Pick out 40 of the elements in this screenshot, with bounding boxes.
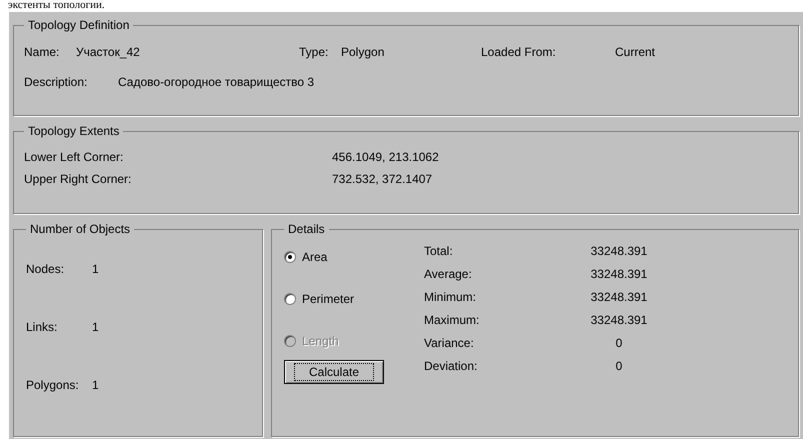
stat-label: Minimum: [424, 289, 478, 306]
radio-button[interactable] [284, 251, 296, 263]
field-value: Участок_42 [76, 44, 141, 61]
field-label: Upper Right Corner: [24, 171, 132, 188]
field-label: Nodes: [26, 261, 66, 278]
stat-label: Deviation: [424, 358, 478, 375]
stat-label: Average: [424, 266, 473, 283]
field-label: Lower Left Corner: [24, 149, 124, 166]
stat-label: Total: [424, 243, 454, 260]
stat-value: 33248.391 [590, 289, 648, 306]
stat-label: Maximum: [424, 312, 480, 329]
stat-value: 33248.391 [590, 243, 648, 260]
group-title: Topology Extents [27, 123, 120, 140]
radio-label[interactable]: Perimeter [302, 290, 354, 308]
field-value: 1 [92, 319, 99, 336]
stat-label: Variance: [424, 335, 475, 352]
caption: экстенты топологии. [7, 0, 106, 11]
field-value: 1 [92, 377, 99, 394]
field-value: Current [615, 44, 656, 61]
group-title: Number of Objects [29, 221, 132, 238]
stat-value: 0 [614, 335, 624, 352]
field-value: 456.1049, 213.1062 [332, 149, 439, 166]
field-label: Links: [26, 319, 58, 336]
stat-value: 33248.391 [590, 312, 648, 329]
group-title: Details [287, 221, 326, 238]
field-value: Садово-огородное товарищество 3 [118, 74, 314, 91]
field-label: Polygons: [26, 377, 80, 394]
field-label: Name: [24, 44, 60, 61]
field-value: 1 [92, 261, 99, 278]
field-value: Polygon [341, 44, 386, 61]
field-label: Description: [24, 74, 88, 91]
field-label: Loaded From: [481, 44, 557, 61]
stat-value: 33248.391 [590, 266, 648, 283]
radio-label[interactable]: Area [302, 248, 328, 266]
calculate-button[interactable]: Calculate [284, 360, 384, 384]
radio-button[interactable] [284, 293, 296, 305]
stat-value: 0 [614, 358, 624, 375]
field-value: 732.532, 372.1407 [332, 171, 432, 188]
group-title: Topology Definition [27, 17, 130, 34]
field-label: Type: [299, 44, 330, 61]
